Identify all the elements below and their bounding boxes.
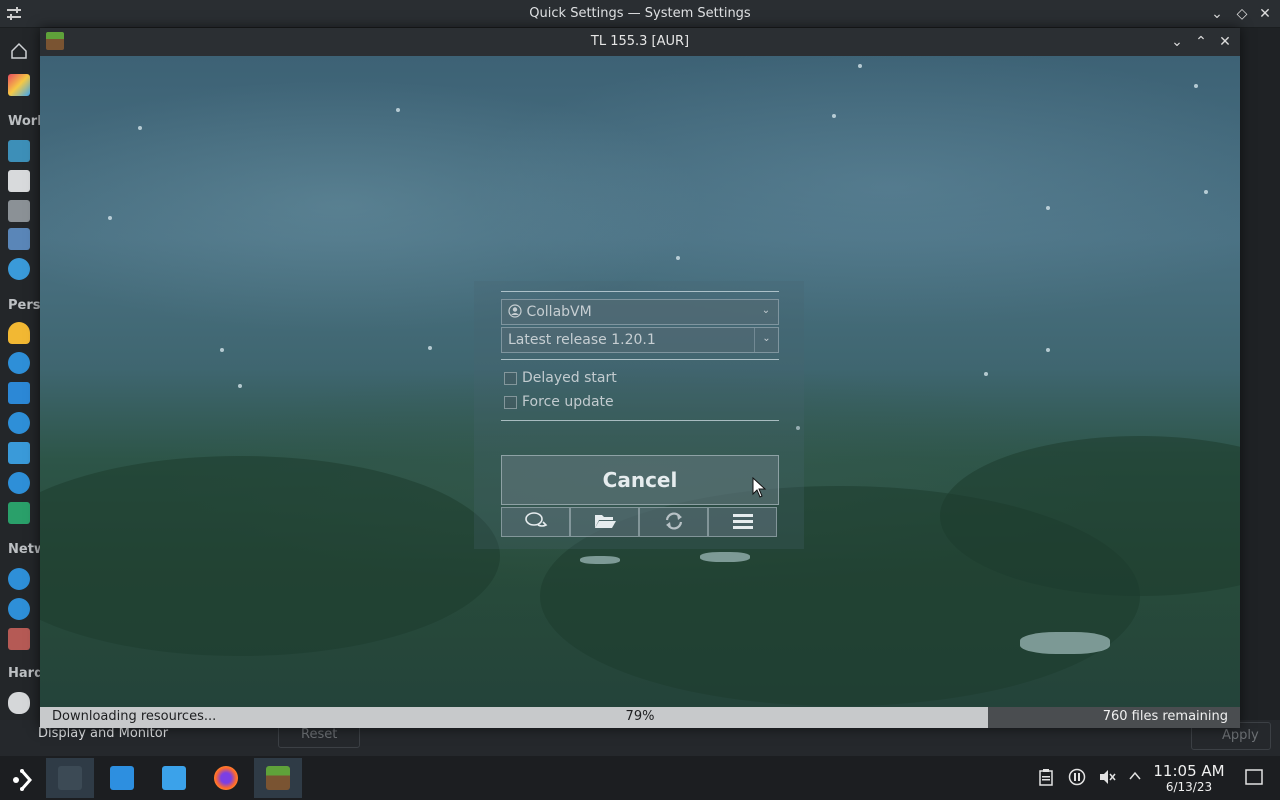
download-progress-bar: Downloading resources... 79% 760 files r… [40, 707, 1240, 728]
checkbox-box[interactable] [504, 372, 517, 385]
workspace-icon[interactable] [8, 140, 30, 162]
color-icon[interactable] [8, 74, 30, 96]
version-chevron-down-icon[interactable]: ⌄ [754, 328, 778, 352]
delayed-start-label: Delayed start [522, 370, 617, 386]
clock[interactable]: 11:05 AM 6/13/23 [1150, 762, 1228, 794]
refresh-icon [665, 512, 682, 530]
version-value: Latest release 1.20.1 [508, 332, 656, 348]
taskbar-firefox[interactable] [202, 758, 250, 798]
media-pause-icon[interactable] [1068, 768, 1086, 790]
app-launcher-icon [13, 769, 33, 791]
launcher-panel: CollabVM ⌄ Latest release 1.20.1 ⌄ Delay… [474, 281, 804, 549]
keyboard-icon[interactable] [8, 200, 30, 222]
files-remaining: 760 files remaining [1102, 709, 1228, 724]
launcher-window: TL 155.3 [AUR] ⌄ ⌃ ✕ CollabVM ⌄ Latest r… [40, 28, 1240, 728]
firewall-icon[interactable] [8, 628, 30, 650]
display-and-monitor-item[interactable]: Display and Monitor [38, 726, 168, 741]
chat-bubble-icon[interactable] [8, 382, 30, 404]
minecraft-launcher-icon [266, 766, 290, 790]
accessibility-icon[interactable] [8, 412, 30, 434]
taskbar-system-settings[interactable] [46, 758, 94, 798]
chevron-down-icon: ⌄ [761, 305, 771, 316]
launcher-titlebar: TL 155.3 [AUR] ⌄ ⌃ ✕ [40, 28, 1240, 56]
folder-icon [594, 515, 616, 528]
globe-icon[interactable] [8, 472, 30, 494]
search-icon[interactable] [8, 258, 30, 280]
home-icon[interactable] [8, 40, 30, 62]
refresh-button[interactable] [639, 507, 708, 537]
taskbar: 11:05 AM 6/13/23 [0, 756, 1280, 800]
separator [501, 291, 779, 292]
settings-right-edge [1240, 28, 1280, 756]
launcher-window-title: TL 155.3 [AUR] [590, 34, 690, 49]
launcher-close-button[interactable]: ✕ [1216, 33, 1234, 51]
account-name: CollabVM [526, 304, 592, 320]
network-globe-icon[interactable] [8, 568, 30, 590]
minimize-button[interactable]: ⌄ [1208, 5, 1226, 23]
sidebar-section-personalization: Pers [8, 298, 41, 313]
background-landscape: CollabVM ⌄ Latest release 1.20.1 ⌄ Delay… [40, 56, 1240, 707]
mouse-icon[interactable] [8, 692, 30, 714]
settings-titlebar: Quick Settings — System Settings ⌄ ◇ ✕ [0, 0, 1280, 28]
display-icon[interactable] [8, 228, 30, 250]
chat-icon [524, 512, 547, 527]
checkbox-box[interactable] [504, 396, 517, 409]
cancel-button[interactable]: Cancel [501, 455, 779, 505]
mouse-cursor-icon [752, 477, 767, 498]
feedback-icon[interactable] [8, 502, 30, 524]
force-update-label: Force update [522, 394, 614, 410]
volume-muted-icon[interactable] [1098, 768, 1116, 790]
system-settings-icon [58, 766, 82, 790]
users-icon[interactable] [8, 352, 30, 374]
clock-date: 6/13/23 [1165, 780, 1213, 794]
files-icon [162, 766, 186, 790]
close-button[interactable]: ✕ [1256, 5, 1274, 23]
open-folder-button[interactable] [570, 507, 639, 537]
firefox-icon [214, 766, 238, 790]
show-desktop-icon[interactable] [1245, 768, 1263, 790]
menu-icon [732, 514, 753, 529]
apply-label: Apply [1222, 728, 1259, 743]
launcher-minimize-button[interactable]: ⌄ [1168, 33, 1186, 51]
clipboard-icon[interactable] [1038, 768, 1054, 790]
notification-bell-icon[interactable] [8, 322, 30, 344]
launcher-maximize-button[interactable]: ⌃ [1192, 33, 1210, 51]
version-select[interactable]: Latest release 1.20.1 ⌄ [501, 327, 779, 353]
clock-time: 11:05 AM [1153, 762, 1225, 780]
tray-expand-icon[interactable] [1128, 768, 1142, 787]
taskbar-minecraft-launcher[interactable] [254, 758, 302, 798]
app-launcher-button[interactable] [0, 758, 48, 798]
connections-icon[interactable] [8, 598, 30, 620]
progress-percent: 79% [625, 709, 655, 724]
window-icon[interactable] [8, 170, 30, 192]
settings-sidebar: Work Pers Netw Hard [0, 28, 46, 756]
settings-window-title: Quick Settings — System Settings [529, 6, 751, 21]
separator [501, 420, 779, 421]
user-icon [508, 304, 522, 318]
apps-grid-icon[interactable] [8, 442, 30, 464]
account-select[interactable]: CollabVM ⌄ [501, 299, 779, 325]
menu-button[interactable] [708, 507, 777, 537]
chat-button[interactable] [501, 507, 570, 537]
discover-icon [110, 766, 134, 790]
maximize-button[interactable]: ◇ [1233, 5, 1251, 23]
taskbar-files[interactable] [150, 758, 198, 798]
sidebar-section-hardware: Hard [8, 666, 44, 681]
account-select-value: CollabVM [508, 304, 592, 320]
separator [501, 359, 779, 360]
reset-label: Reset [301, 727, 338, 742]
taskbar-discover[interactable] [98, 758, 146, 798]
